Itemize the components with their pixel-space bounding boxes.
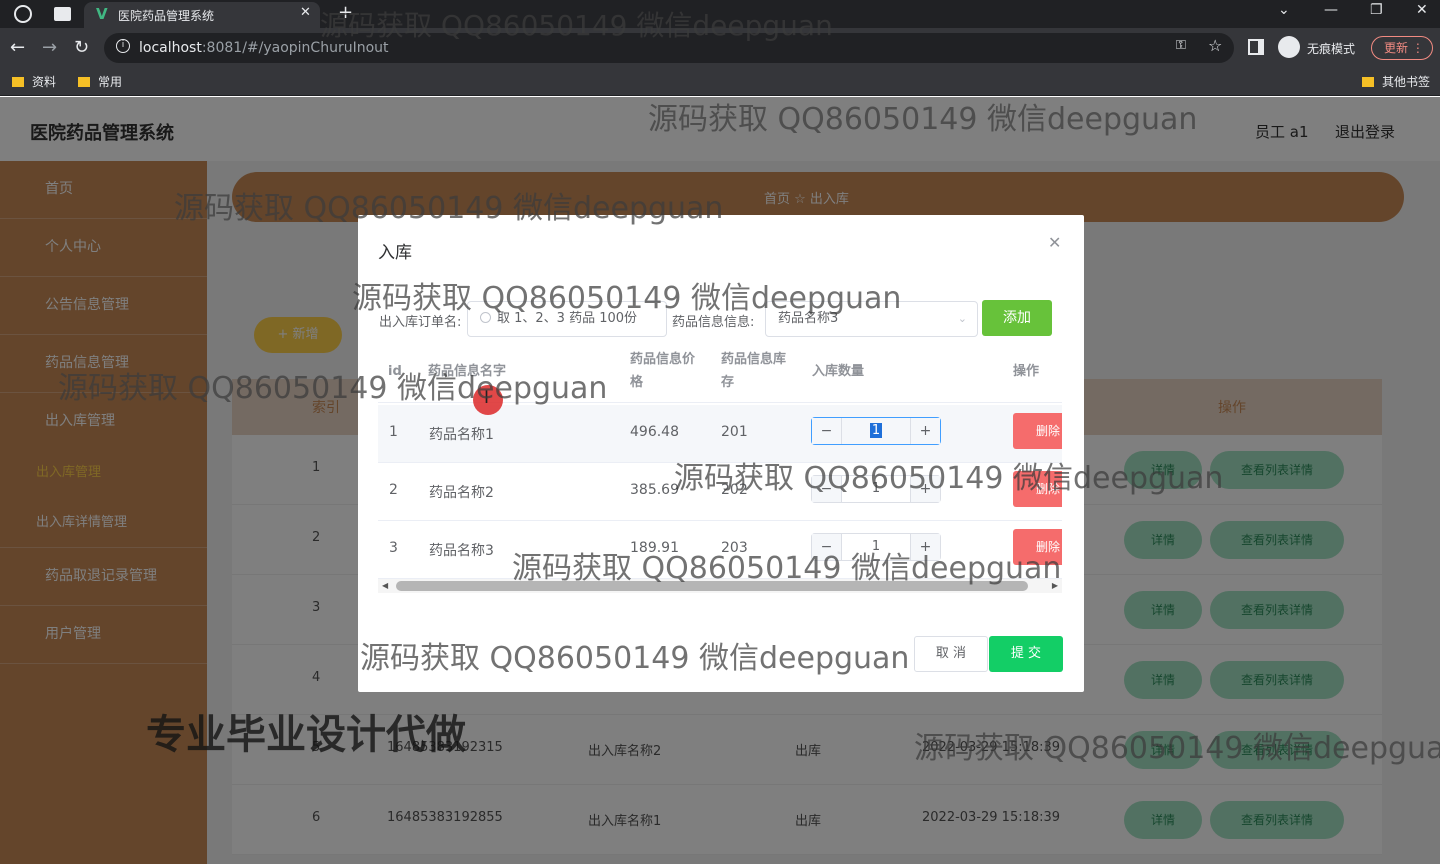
incognito-label: 无痕模式 bbox=[1307, 42, 1356, 56]
folder-icon bbox=[78, 77, 90, 87]
row-id: 2 bbox=[389, 482, 398, 498]
chevron-down-icon[interactable]: ⌄ bbox=[1278, 2, 1290, 18]
window-icon[interactable] bbox=[54, 7, 71, 21]
chevron-down-icon: ⌄ bbox=[957, 312, 967, 325]
column-header: 药品信息价 bbox=[630, 352, 696, 367]
watermark: 源码获取 QQ86050149 微信deepguan bbox=[58, 371, 608, 406]
watermark: 源码获取 QQ86050149 微信deepguan bbox=[352, 281, 902, 316]
cancel-button[interactable]: 取 消 bbox=[914, 636, 988, 672]
minimize-icon[interactable]: — bbox=[1324, 2, 1338, 18]
key-icon[interactable]: ⚿ bbox=[1176, 38, 1186, 53]
watermark: 源码获取 QQ86050149 微信deepguan bbox=[360, 641, 910, 676]
browser-icon[interactable] bbox=[14, 5, 32, 23]
delete-button[interactable]: 删除 bbox=[1013, 413, 1062, 449]
promo-watermark: 专业毕业设计代做 bbox=[146, 712, 466, 758]
quantity-stepper[interactable]: − 1 + bbox=[811, 417, 941, 445]
close-icon[interactable]: ✕ bbox=[1048, 233, 1061, 252]
row-price: 496.48 bbox=[630, 424, 679, 440]
watermark: 源码获取 QQ86050149 微信deepguan bbox=[648, 102, 1198, 137]
vue-logo-icon: V bbox=[96, 5, 108, 23]
watermark: 源码获取 QQ86050149 微信deepguan bbox=[512, 551, 1062, 586]
incognito-icon bbox=[1278, 36, 1300, 58]
restore-icon[interactable]: ❐ bbox=[1370, 2, 1383, 18]
row-id: 3 bbox=[389, 540, 398, 556]
plus-button[interactable]: + bbox=[910, 418, 940, 444]
update-button[interactable]: 更新 ⋮ bbox=[1371, 36, 1433, 60]
star-icon[interactable]: ☆ bbox=[1208, 36, 1222, 55]
watermark: 源码获取 QQ86050149 微信deepguan bbox=[914, 731, 1440, 766]
quantity-input[interactable]: 1 bbox=[842, 418, 910, 444]
row-stock: 201 bbox=[721, 424, 748, 440]
bookmark-folder[interactable]: 常用 bbox=[78, 73, 122, 90]
close-icon[interactable]: ✕ bbox=[300, 5, 311, 20]
scroll-left-icon[interactable]: ◀ bbox=[382, 579, 388, 593]
info-icon[interactable]: i bbox=[116, 39, 130, 53]
column-header: 入库数量 bbox=[812, 364, 865, 379]
reload-icon[interactable]: ↻ bbox=[74, 37, 89, 58]
row-id: 1 bbox=[389, 424, 398, 440]
window-close-icon[interactable]: ✕ bbox=[1416, 2, 1428, 18]
row-name: 药品名称3 bbox=[429, 543, 494, 559]
dialog-title: 入库 bbox=[378, 243, 412, 263]
folder-icon bbox=[12, 77, 24, 87]
column-header: 存 bbox=[721, 375, 735, 390]
row-name: 药品名称1 bbox=[429, 427, 494, 443]
row-price: 385.69 bbox=[630, 482, 679, 498]
other-bookmarks[interactable]: 其他书签 bbox=[1362, 73, 1430, 90]
forward-icon[interactable]: → bbox=[42, 37, 57, 58]
column-header: 格 bbox=[630, 375, 644, 390]
watermark: 源码获取 QQ86050149 微信deepguan bbox=[174, 191, 724, 226]
submit-button[interactable]: 提 交 bbox=[989, 636, 1063, 672]
add-item-button[interactable]: 添加 bbox=[982, 300, 1052, 336]
column-header: 药品信息库 bbox=[721, 352, 787, 367]
side-panel-icon[interactable] bbox=[1248, 39, 1264, 55]
column-header: 操作 bbox=[1013, 364, 1040, 379]
row-name: 药品名称2 bbox=[429, 485, 494, 501]
folder-icon bbox=[1362, 77, 1374, 87]
back-icon[interactable]: ← bbox=[10, 37, 25, 58]
browser-tab[interactable]: V 医院药品管理系统 ✕ bbox=[84, 2, 320, 28]
bookmark-folder[interactable]: 资料 bbox=[12, 73, 56, 90]
minus-button[interactable]: − bbox=[812, 418, 842, 444]
bookmarks-bar: 资料 常用 其他书签 bbox=[0, 68, 1440, 96]
tab-title: 医院药品管理系统 bbox=[118, 9, 215, 23]
watermark: 源码获取 QQ86050149 微信deepguan bbox=[320, 9, 833, 42]
watermark: 源码获取 QQ86050149 微信deepguan bbox=[674, 461, 1224, 496]
